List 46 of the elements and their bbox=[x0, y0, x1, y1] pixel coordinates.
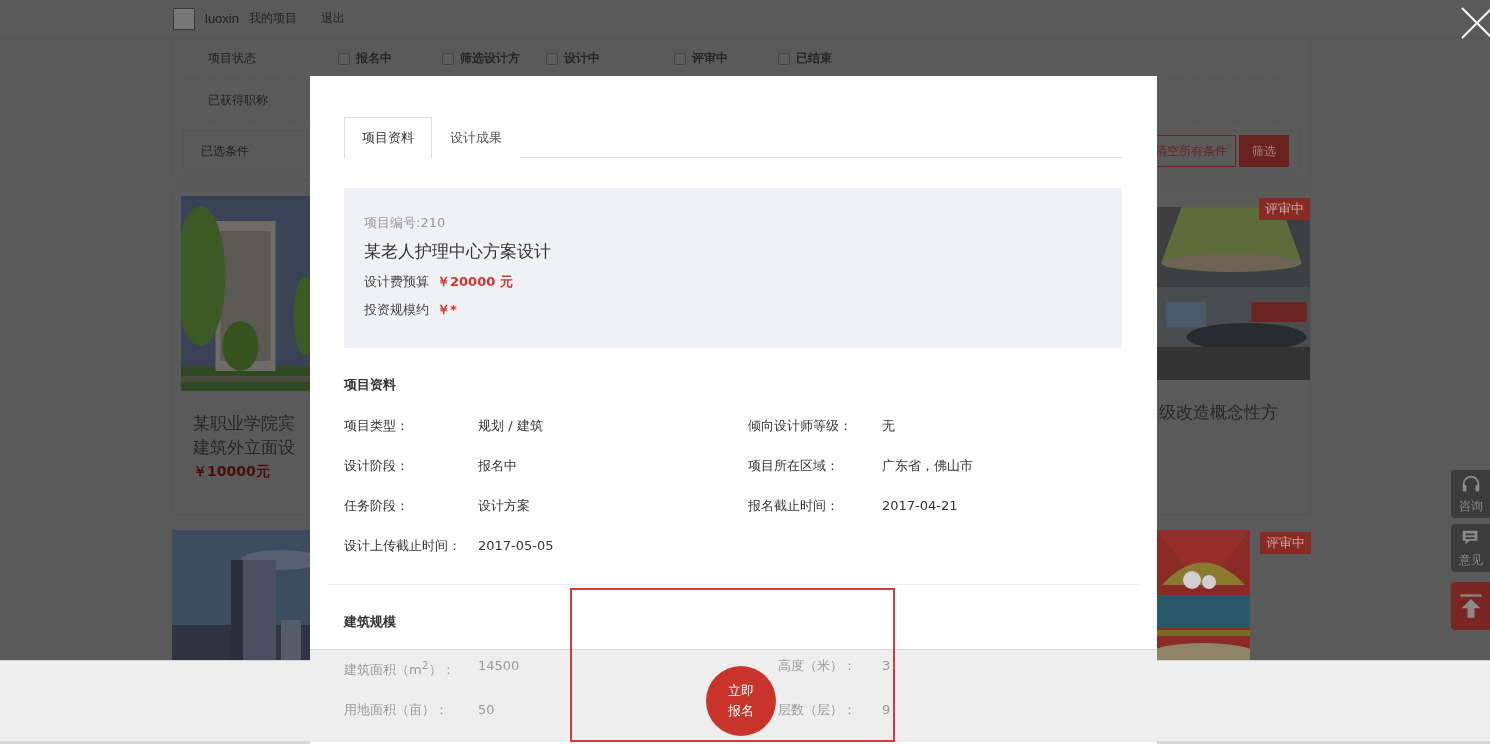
field-value: 14500 bbox=[478, 658, 520, 674]
project-number: 项目编号:210 bbox=[364, 214, 447, 232]
field-label: 用地面积（亩）： bbox=[344, 702, 448, 719]
field-value: 3 bbox=[882, 658, 891, 674]
field-label: 高度（米）： bbox=[777, 658, 856, 674]
budget-value: ￥20000 元 bbox=[437, 273, 513, 291]
field-value: 50 bbox=[478, 702, 495, 719]
investment-label: 投资规模约 bbox=[364, 301, 429, 319]
status-badge: 评审中 bbox=[1259, 198, 1310, 220]
field-value: 2017-05-05 bbox=[478, 538, 554, 555]
section-heading: 建筑规模 bbox=[342, 613, 397, 631]
field-value: 广东省，佛山市 bbox=[882, 458, 973, 475]
field-value: 2017-04-21 bbox=[882, 498, 958, 515]
close-icon[interactable] bbox=[1460, 6, 1490, 40]
field-label: 任务阶段： bbox=[344, 498, 409, 515]
field-value: 9 bbox=[882, 702, 891, 719]
field-label: 项目所在区域： bbox=[748, 458, 839, 475]
field-label: 建筑面积（m$^{2}$）： bbox=[344, 658, 455, 679]
status-badge: 评审中 bbox=[1260, 532, 1311, 554]
filter-button[interactable]: 筛选 bbox=[1239, 135, 1289, 167]
field-label: 设计上传截止时间： bbox=[344, 538, 461, 555]
project-title: 某老人护理中心方案设计 bbox=[364, 240, 552, 263]
checkbox[interactable] bbox=[778, 52, 790, 65]
username[interactable]: luoxin bbox=[205, 11, 239, 26]
field-label: 层数（层）： bbox=[777, 702, 856, 719]
card-price: ￥10000元 bbox=[192, 463, 271, 481]
checkbox[interactable] bbox=[442, 52, 454, 65]
section-heading: 项目资料 bbox=[342, 376, 397, 394]
investment-value: ￥* bbox=[437, 301, 457, 319]
field-value: 无 bbox=[882, 418, 895, 435]
tab[interactable]: 项目资料 bbox=[344, 117, 432, 158]
field-value: 设计方案 bbox=[478, 498, 530, 515]
field-label: 项目类型： bbox=[344, 418, 409, 435]
back-to-top-button[interactable] bbox=[1451, 582, 1490, 630]
checkbox[interactable] bbox=[338, 52, 350, 65]
field-label: 设计阶段： bbox=[344, 458, 409, 475]
field-value: 规划 / 建筑 bbox=[478, 418, 543, 435]
field-label: 倾向设计师等级： bbox=[748, 418, 852, 435]
feedback-button[interactable]: 意见 bbox=[1451, 524, 1490, 572]
field-value: 报名中 bbox=[478, 458, 517, 475]
avatar[interactable] bbox=[173, 7, 195, 30]
budget-label: 设计费预算 bbox=[364, 273, 429, 291]
field-label: 报名截止时间： bbox=[748, 498, 839, 515]
checkbox[interactable] bbox=[674, 52, 686, 65]
checkbox[interactable] bbox=[546, 52, 558, 65]
consult-button[interactable]: 咨询 bbox=[1451, 470, 1490, 518]
